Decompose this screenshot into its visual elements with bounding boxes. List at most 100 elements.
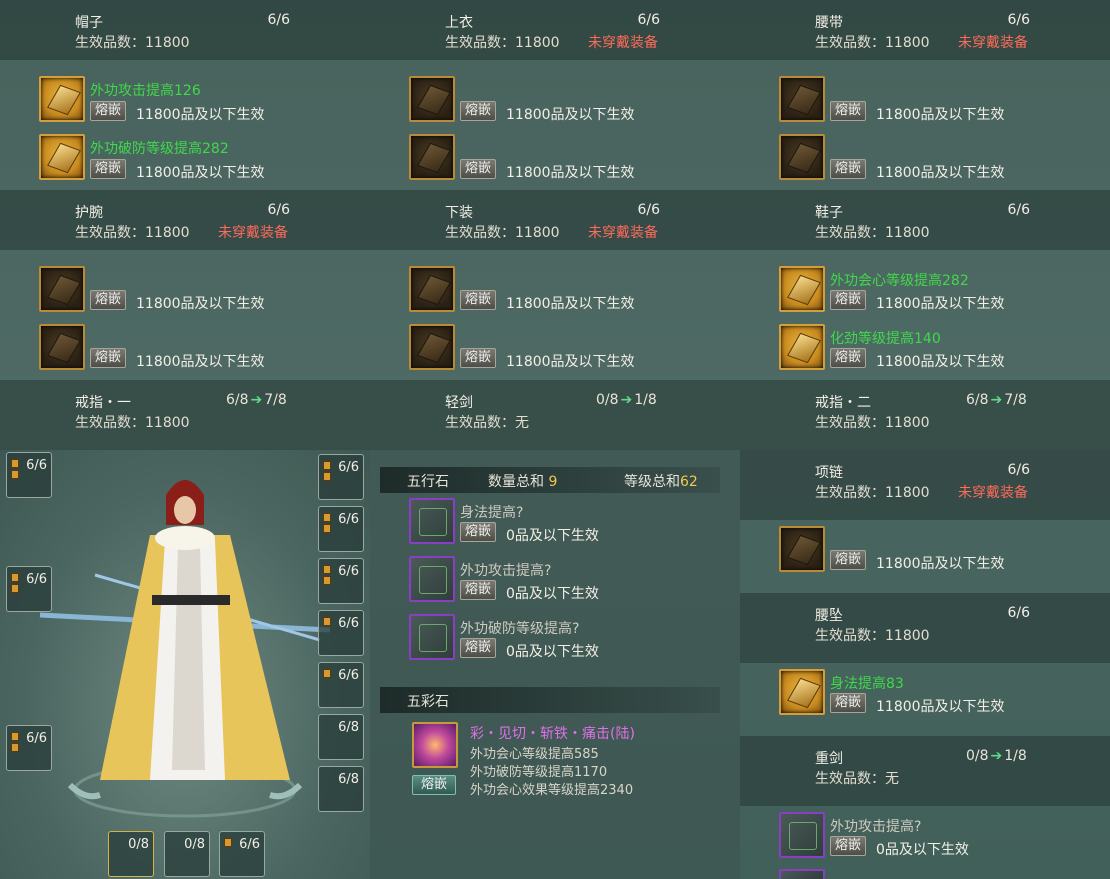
not-worn-warning: 未穿戴装备 xyxy=(958,485,1028,501)
gem-mini-icon xyxy=(224,838,232,847)
inlay-button[interactable]: 熔嵌 xyxy=(90,290,127,310)
slot-pendant-name: 腰坠 xyxy=(815,608,843,624)
equip-slot-right[interactable]: 6/8 xyxy=(318,714,364,760)
slot-top-count: 6/6 xyxy=(637,12,660,28)
inlay-button[interactable]: 熔嵌 xyxy=(90,101,127,121)
inlay-effect-text: 11800品及以下生效 xyxy=(876,296,1005,312)
inlay-effect-text: 11800品及以下生效 xyxy=(136,107,265,123)
gem-mini-icon xyxy=(323,461,331,470)
slot-pendant-effective: 生效品数：11800 xyxy=(815,628,930,644)
slot-pants-name: 下装 xyxy=(445,205,473,221)
gem-bonus-text: 外功攻击提高126 xyxy=(90,83,201,99)
inlay-effect-text: 11800品及以下生效 xyxy=(876,354,1005,370)
gem-icon[interactable] xyxy=(39,324,85,370)
equip-slot-right[interactable]: 6/6 xyxy=(318,558,364,604)
inlay-button[interactable]: 熔嵌 xyxy=(460,290,497,310)
equip-slot-left[interactable]: 6/6 xyxy=(6,725,52,771)
gem-icon[interactable] xyxy=(39,266,85,312)
inlay-button[interactable]: 熔嵌 xyxy=(460,159,497,179)
equip-slot-right[interactable]: 6/6 xyxy=(318,662,364,708)
wucai-title: 五彩石 xyxy=(407,694,449,710)
slot-bracer-name: 护腕 xyxy=(75,205,103,221)
upgrade-arrow-icon: ➔ xyxy=(990,748,1003,764)
inlay-effect-text: 11800品及以下生效 xyxy=(136,165,265,181)
wuxing-socket-icon[interactable] xyxy=(409,556,455,602)
gem-icon[interactable] xyxy=(779,324,825,370)
wuxing-item-name: 身法提高? xyxy=(460,505,524,521)
gem-icon[interactable] xyxy=(39,134,85,180)
inlay-button[interactable]: 熔嵌 xyxy=(460,348,497,368)
inlay-button[interactable]: 熔嵌 xyxy=(830,836,867,856)
gem-icon[interactable] xyxy=(39,76,85,122)
equip-slot-right[interactable]: 6/8 xyxy=(318,766,364,812)
gem-icon[interactable] xyxy=(409,266,455,312)
inlay-button[interactable]: 熔嵌 xyxy=(460,638,497,658)
wucai-gem-icon[interactable] xyxy=(412,722,458,768)
wuxing-count: 数量总和 9 xyxy=(488,474,558,490)
inlay-effect-text: 11800品及以下生效 xyxy=(876,699,1005,715)
not-worn-warning: 未穿戴装备 xyxy=(218,225,288,241)
inlay-button[interactable]: 熔嵌 xyxy=(90,159,127,179)
slot-hat-name: 帽子 xyxy=(75,15,103,31)
character-preview[interactable] xyxy=(0,450,370,879)
inlay-button[interactable]: 熔嵌 xyxy=(90,348,127,368)
gem-icon[interactable] xyxy=(409,76,455,122)
gem-mini-icon xyxy=(323,576,331,585)
inlay-button[interactable]: 熔嵌 xyxy=(460,580,497,600)
equip-slot-left[interactable]: 6/6 xyxy=(6,452,52,498)
slot-light-sword-name: 轻剑 xyxy=(445,395,473,411)
inlay-effect-text: 0品及以下生效 xyxy=(506,644,599,660)
slot-ring2-count: 6/8 ➔ 7/8 xyxy=(966,392,1027,408)
gem-icon[interactable] xyxy=(779,526,825,572)
character-figure xyxy=(39,480,331,818)
gem-icon[interactable] xyxy=(779,134,825,180)
equip-slot-bottom[interactable]: 6/6 xyxy=(219,831,265,877)
equip-slot-bottom[interactable]: 0/8 xyxy=(164,831,210,877)
gem-icon[interactable] xyxy=(779,76,825,122)
gem-bonus-text: 身法提高83 xyxy=(830,676,904,692)
gem-mini-icon xyxy=(323,513,331,522)
gem-icon[interactable] xyxy=(779,266,825,312)
not-worn-warning: 未穿戴装备 xyxy=(588,35,658,51)
inlay-button[interactable]: 熔嵌 xyxy=(460,101,497,121)
inlay-button[interactable]: 熔嵌 xyxy=(830,290,867,310)
equip-slot-right[interactable]: 6/6 xyxy=(318,454,364,500)
wuxing-socket-icon[interactable] xyxy=(779,812,825,858)
wuxing-item-name: 外功破防等级提高? xyxy=(460,621,580,637)
inlay-button[interactable]: 熔嵌 xyxy=(830,693,867,713)
inlay-button[interactable]: 熔嵌 xyxy=(460,522,497,542)
slot-ring1-effective: 生效品数：11800 xyxy=(75,415,190,431)
gem-bonus-text: 外功破防等级提高282 xyxy=(90,141,229,157)
slot-pants-effective: 生效品数：11800 xyxy=(445,225,560,241)
gem-icon[interactable] xyxy=(779,669,825,715)
equip-slot-left[interactable]: 6/6 xyxy=(6,566,52,612)
equip-slot-right[interactable]: 6/6 xyxy=(318,506,364,552)
inlay-effect-text: 11800品及以下生效 xyxy=(506,296,635,312)
gem-mini-icon xyxy=(11,573,19,582)
slot-pendant-count: 6/6 xyxy=(1007,605,1030,621)
slot-belt-name: 腰带 xyxy=(815,15,843,31)
inlay-effect-text: 0品及以下生效 xyxy=(876,842,969,858)
slot-shoes-count: 6/6 xyxy=(1007,202,1030,218)
equip-slot-right[interactable]: 6/6 xyxy=(318,610,364,656)
gem-icon[interactable] xyxy=(409,324,455,370)
wuxing-socket-icon[interactable] xyxy=(779,869,825,879)
wucai-inlay-button[interactable]: 熔嵌 xyxy=(412,775,457,795)
inlay-effect-text: 11800品及以下生效 xyxy=(876,107,1005,123)
equip-slot-bottom[interactable]: 0/8 xyxy=(108,831,154,877)
inlay-button[interactable]: 熔嵌 xyxy=(830,348,867,368)
slot-bracer-count: 6/6 xyxy=(267,202,290,218)
inlay-effect-text: 11800品及以下生效 xyxy=(876,556,1005,572)
gem-icon[interactable] xyxy=(409,134,455,180)
inlay-button[interactable]: 熔嵌 xyxy=(830,550,867,570)
wuxing-socket-icon[interactable] xyxy=(409,498,455,544)
gem-mini-icon xyxy=(11,470,19,479)
slot-shoes-effective: 生效品数：11800 xyxy=(815,225,930,241)
inlay-button[interactable]: 熔嵌 xyxy=(830,101,867,121)
inlay-effect-text: 11800品及以下生效 xyxy=(876,165,1005,181)
inlay-effect-text: 11800品及以下生效 xyxy=(136,354,265,370)
inlay-button[interactable]: 熔嵌 xyxy=(830,159,867,179)
wuxing-socket-icon[interactable] xyxy=(409,614,455,660)
inlay-effect-text: 11800品及以下生效 xyxy=(136,296,265,312)
slot-belt-count: 6/6 xyxy=(1007,12,1030,28)
